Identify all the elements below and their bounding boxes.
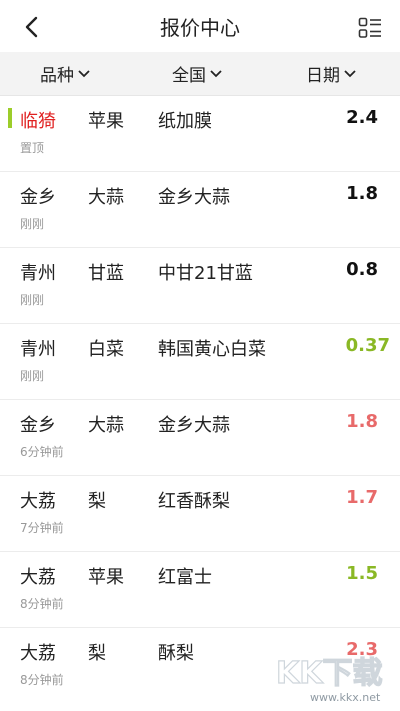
row-product-name: 中甘21甘蓝 xyxy=(158,263,253,284)
chevron-down-icon xyxy=(344,69,356,77)
watermark-logo-text: KK下载 xyxy=(276,656,383,691)
row-time: 刚刚 xyxy=(20,293,45,307)
row-variety: 大蒜 xyxy=(88,415,124,436)
row-region: 金乡 xyxy=(20,415,56,436)
row-time: 8分钟前 xyxy=(20,597,64,611)
row-variety: 大蒜 xyxy=(88,187,124,208)
row-time: 7分钟前 xyxy=(20,521,64,535)
row-price: 0.37 xyxy=(345,335,390,356)
row-region: 青州 xyxy=(20,263,56,284)
filter-variety[interactable]: 品种 xyxy=(40,61,91,86)
row-time: 8分钟前 xyxy=(20,673,64,687)
row-region: 临猗 xyxy=(20,111,56,132)
row-variety: 苹果 xyxy=(88,567,124,588)
row-region: 大荔 xyxy=(20,643,56,664)
row-region: 青州 xyxy=(20,339,56,360)
row-product-name: 金乡大蒜 xyxy=(158,415,230,436)
table-row[interactable]: 金乡 大蒜 金乡大蒜 1.8 6分钟前 xyxy=(0,400,400,476)
row-price: 0.8 xyxy=(346,259,378,280)
filter-region-label: 全国 xyxy=(172,66,206,86)
watermark-url: www.kkx.net xyxy=(310,691,381,704)
filter-date[interactable]: 日期 xyxy=(306,61,357,86)
filter-date-label: 日期 xyxy=(306,66,340,86)
row-region: 大荔 xyxy=(20,567,56,588)
row-time: 刚刚 xyxy=(20,369,45,383)
filter-region[interactable]: 全国 xyxy=(172,61,223,86)
table-row[interactable]: 青州 白菜 韩国黄心白菜 0.37 刚刚 xyxy=(0,324,400,400)
row-product-name: 红香酥梨 xyxy=(158,491,230,512)
row-price: 1.8 xyxy=(346,411,378,432)
row-price: 1.7 xyxy=(346,487,378,508)
row-product-name: 酥梨 xyxy=(158,643,194,664)
row-region: 金乡 xyxy=(20,187,56,208)
table-row[interactable]: 临猗 苹果 纸加膜 2.4 置顶 xyxy=(0,96,400,172)
table-row[interactable]: 金乡 大蒜 金乡大蒜 1.8 刚刚 xyxy=(0,172,400,248)
row-price: 1.5 xyxy=(346,563,378,584)
table-row[interactable]: 大荔 苹果 红富士 1.5 8分钟前 xyxy=(0,552,400,628)
row-time: 6分钟前 xyxy=(20,445,64,459)
chevron-down-icon xyxy=(210,69,222,77)
chevron-down-icon xyxy=(78,69,90,77)
row-variety: 白菜 xyxy=(88,339,124,360)
price-list: 临猗 苹果 纸加膜 2.4 置顶 金乡 大蒜 金乡大蒜 1.8 刚刚 青州 甘蓝… xyxy=(0,96,400,703)
row-variety: 梨 xyxy=(88,643,106,664)
row-product-name: 金乡大蒜 xyxy=(158,187,230,208)
row-product-name: 纸加膜 xyxy=(158,111,212,132)
row-region: 大荔 xyxy=(20,491,56,512)
list-view-icon[interactable] xyxy=(358,17,382,41)
row-product-name: 红富士 xyxy=(158,567,212,588)
table-row[interactable]: 青州 甘蓝 中甘21甘蓝 0.8 刚刚 xyxy=(0,248,400,324)
page-title: 报价中心 xyxy=(160,16,240,40)
row-time: 置顶 xyxy=(20,141,45,155)
row-variety: 梨 xyxy=(88,491,106,512)
row-price: 2.4 xyxy=(346,107,378,128)
row-variety: 甘蓝 xyxy=(88,263,124,284)
row-time: 刚刚 xyxy=(20,217,45,231)
row-variety: 苹果 xyxy=(88,111,124,132)
table-row[interactable]: 大荔 梨 红香酥梨 1.7 7分钟前 xyxy=(0,476,400,552)
filter-variety-label: 品种 xyxy=(40,66,74,86)
row-product-name: 韩国黄心白菜 xyxy=(158,339,266,360)
filter-bar: 品种 全国 日期 xyxy=(0,52,400,96)
app-header: 报价中心 xyxy=(0,0,400,52)
site-watermark-logo: KK下载 www.kkx.net xyxy=(275,655,383,704)
pinned-marker xyxy=(8,108,12,128)
row-price: 1.8 xyxy=(346,183,378,204)
